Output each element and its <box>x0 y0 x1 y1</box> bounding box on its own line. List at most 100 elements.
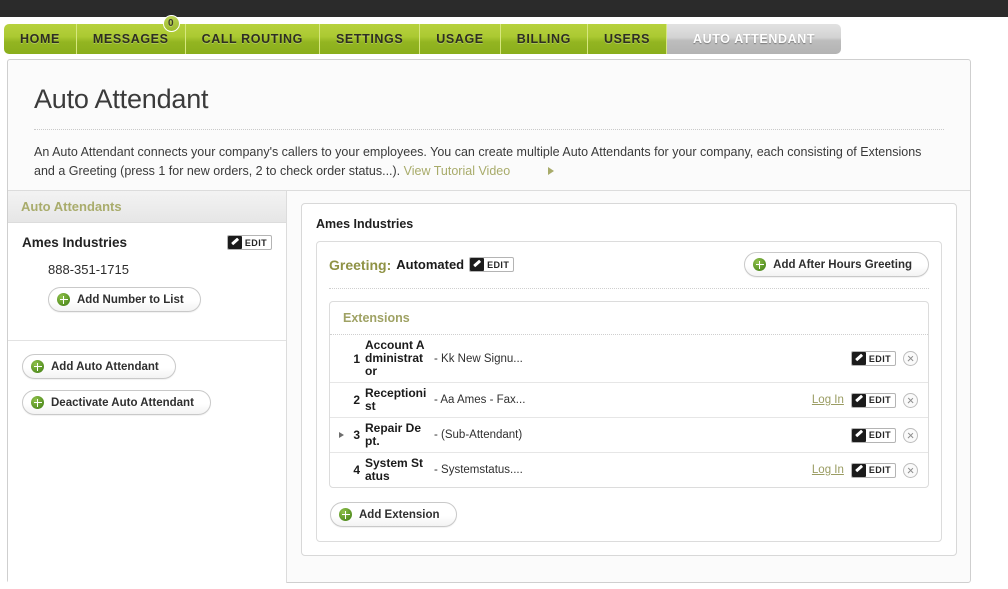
sidebar-actions: Add Auto Attendant Deactivate Auto Atten… <box>8 341 286 415</box>
greeting-info: Greeting: Automated EDIT <box>329 256 515 273</box>
extension-description: - (Sub-Attendant) <box>434 429 523 441</box>
extension-login-link[interactable]: Log In <box>812 394 844 406</box>
delete-extension-icon[interactable] <box>903 351 918 366</box>
extension-actions: Log In EDIT <box>804 392 918 408</box>
plus-icon <box>57 293 70 306</box>
attendant-name-row: Ames Industries EDIT <box>22 235 272 250</box>
pencil-icon <box>851 463 866 477</box>
top-dark-bar <box>0 0 1008 17</box>
edit-attendant-label: EDIT <box>244 237 267 248</box>
add-after-hours-greeting-button[interactable]: Add After Hours Greeting <box>744 252 929 277</box>
extension-number: 2 <box>353 393 360 407</box>
extensions-table-header: Extensions <box>330 302 928 335</box>
add-extension-wrap: Add Extension <box>329 502 929 527</box>
pencil-icon <box>851 393 866 407</box>
nav-tab-billing[interactable]: BILLING <box>500 24 588 54</box>
attendant-name: Ames Industries <box>22 235 128 250</box>
edit-greeting-label: EDIT <box>487 259 510 270</box>
extensions-table: Extensions 1 Account Administrator - Kk Ne… <box>329 301 929 488</box>
page-description: An Auto Attendant connects your company'… <box>34 143 944 181</box>
greeting-label: Greeting: <box>329 256 392 273</box>
edit-extension-button[interactable]: EDIT <box>850 462 896 478</box>
greeting-value: Automated <box>396 257 465 272</box>
main-navigation-bar: HOME MESSAGES 0 CALL ROUTING SETTINGS USAGE BI… <box>0 15 1008 55</box>
attendant-card: Ames Industries Greeting: Automated EDIT <box>301 203 957 556</box>
edit-extension-label: EDIT <box>868 430 891 440</box>
add-extension-button[interactable]: Add Extension <box>330 502 457 527</box>
delete-extension-icon[interactable] <box>903 462 918 478</box>
edit-extension-button[interactable]: EDIT <box>850 392 896 408</box>
nav-tab-label: HOME <box>20 32 60 46</box>
nav-tab-label: USAGE <box>436 32 484 46</box>
extension-description: - Systemstatus.... <box>434 464 523 476</box>
extension-name: System Status <box>365 456 424 483</box>
page-title: Auto Attendant <box>34 84 209 114</box>
add-auto-attendant-button[interactable]: Add Auto Attendant <box>22 354 176 379</box>
edit-extension-button[interactable]: EDIT <box>850 427 896 443</box>
extension-row: 2 Receptionist - Aa Ames - Fax... Log In EDI… <box>330 383 928 418</box>
add-after-hours-greeting-label: Add After Hours Greeting <box>773 258 912 271</box>
page-header: Auto Attendant An Auto Attendant connect… <box>8 60 970 181</box>
deactivate-auto-attendant-button[interactable]: Deactivate Auto Attendant <box>22 390 211 415</box>
extension-row: 1 Account Administrator - Kk New Signu... E… <box>330 335 928 383</box>
sidebar: Auto Attendants Ames Industries EDIT 888… <box>8 191 287 583</box>
greeting-panel: Greeting: Automated EDIT Add After Hours… <box>316 241 942 542</box>
extension-number: 4 <box>353 463 360 477</box>
nav-tab-messages[interactable]: MESSAGES 0 <box>76 15 186 54</box>
add-auto-attendant-label: Add Auto Attendant <box>51 360 159 373</box>
nav-tab-list: HOME MESSAGES 0 CALL ROUTING SETTINGS USAGE BI… <box>4 15 842 54</box>
extension-name: Account Administrator <box>365 338 425 378</box>
extension-description: - Kk New Signu... <box>434 352 523 365</box>
extension-number: 3 <box>353 428 360 442</box>
edit-extension-button[interactable]: EDIT <box>850 351 896 366</box>
sidebar-header-title: Auto Attendants <box>21 199 122 214</box>
extension-row: 4 System Status - Systemstatus.... Log In ED… <box>330 453 928 487</box>
play-triangle-icon[interactable] <box>547 166 554 175</box>
nav-tab-home[interactable]: HOME <box>4 24 77 54</box>
edit-greeting-button[interactable]: EDIT <box>469 257 515 272</box>
attendant-card-title: Ames Industries <box>316 217 414 231</box>
add-extension-label: Add Extension <box>359 508 440 521</box>
nav-tab-label: CALL ROUTING <box>201 32 303 46</box>
extension-row: 3 Repair Dept. - (Sub-Attendant) EDIT <box>330 418 928 453</box>
attendant-phone-number: 888-351-1715 <box>48 262 129 277</box>
extension-login-link[interactable]: Log In <box>812 464 844 476</box>
add-number-to-list-button[interactable]: Add Number to List <box>48 287 201 312</box>
delete-extension-icon[interactable] <box>903 427 918 443</box>
pencil-icon <box>470 258 485 271</box>
deactivate-auto-attendant-label: Deactivate Auto Attendant <box>51 396 194 409</box>
nav-tab-call-routing[interactable]: CALL ROUTING <box>185 24 320 54</box>
pencil-icon <box>227 236 242 249</box>
nav-tab-auto-attendant[interactable]: AUTO ATTENDANT <box>667 24 842 54</box>
triangle-glyph <box>339 432 344 438</box>
nav-tab-usage[interactable]: USAGE <box>420 24 501 54</box>
edit-extension-label: EDIT <box>868 465 891 475</box>
messages-count-badge: 0 <box>162 15 180 32</box>
login-slot: Log In <box>804 464 844 476</box>
edit-extension-label: EDIT <box>868 395 891 405</box>
nav-tab-label: BILLING <box>516 32 571 46</box>
edit-attendant-button[interactable]: EDIT <box>226 235 272 250</box>
pencil-icon <box>851 428 866 442</box>
content-split: Auto Attendants Ames Industries EDIT 888… <box>8 190 970 583</box>
add-number-to-list-label: Add Number to List <box>77 293 184 306</box>
extensions-row-list: 1 Account Administrator - Kk New Signu... E… <box>330 335 928 487</box>
extension-actions: EDIT <box>804 427 918 443</box>
greeting-row: Greeting: Automated EDIT Add After Hours… <box>329 252 929 289</box>
sidebar-header: Auto Attendants <box>8 191 286 223</box>
nav-tab-label: AUTO ATTENDANT <box>693 32 816 46</box>
page-container: Auto Attendant An Auto Attendant connect… <box>7 59 971 583</box>
plus-icon <box>339 508 352 521</box>
plus-icon <box>31 396 44 409</box>
plus-icon <box>31 360 44 373</box>
view-tutorial-video-link[interactable]: View Tutorial Video <box>404 164 511 178</box>
title-divider <box>34 129 944 130</box>
delete-extension-icon[interactable] <box>903 392 918 408</box>
edit-extension-label: EDIT <box>868 353 891 364</box>
nav-tab-users[interactable]: USERS <box>587 24 668 54</box>
extensions-header-label: Extensions <box>343 311 410 325</box>
nav-tab-settings[interactable]: SETTINGS <box>319 24 421 54</box>
attendant-block: Ames Industries EDIT 888-351-1715 Add Nu… <box>8 223 286 326</box>
expand-triangle-icon[interactable] <box>336 432 347 438</box>
pencil-icon <box>851 352 866 365</box>
